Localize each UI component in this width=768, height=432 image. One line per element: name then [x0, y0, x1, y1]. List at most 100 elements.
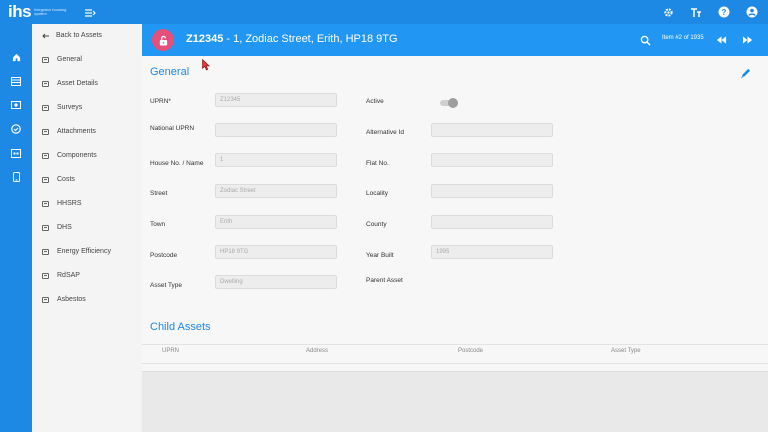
sidebar-item-asbestos[interactable]: Asbestos — [42, 296, 86, 303]
asset-header: Z12345 - 1, Zodiac Street, Erith, HP18 9… — [142, 24, 768, 56]
flat-no-label: Flat No. — [366, 160, 389, 167]
town-field[interactable]: Erith — [215, 215, 337, 229]
child-assets-title: Child Assets — [150, 321, 211, 333]
list-icon — [42, 152, 49, 159]
year-built-field[interactable]: 1995 — [431, 245, 553, 259]
home-icon[interactable] — [9, 50, 23, 64]
divider — [142, 363, 768, 364]
alternative-id-field[interactable] — [431, 123, 553, 137]
sidebar-item-hhsrs[interactable]: HHSRS — [42, 200, 82, 207]
sidebar-item-attachments[interactable]: Attachments — [42, 128, 96, 135]
back-to-assets-link[interactable]: Back to Assets — [42, 32, 102, 39]
locality-label: Locality — [366, 190, 389, 197]
mouse-cursor-icon — [202, 58, 210, 71]
locality-field[interactable] — [431, 184, 553, 198]
list-icon — [42, 80, 49, 87]
sidebar-item-label: HHSRS — [57, 200, 82, 207]
house-no-label: House No. / Name — [150, 160, 204, 167]
parent-asset-label: Parent Asset — [366, 277, 403, 284]
county-label: County — [366, 221, 387, 228]
sidebar-item-general[interactable]: General — [42, 56, 82, 63]
sidebar-item-dhs[interactable]: DHS — [42, 224, 72, 231]
sidebar-item-label: General — [57, 56, 82, 63]
logo-text: ihs — [8, 2, 32, 21]
logo-subtext: Integrator housing system — [34, 6, 67, 16]
sidebar-item-asset-details[interactable]: Asset Details — [42, 80, 98, 87]
app-logo[interactable]: ihs Integrator housing system — [8, 3, 72, 21]
search-icon[interactable] — [640, 33, 654, 47]
national-uprn-label: National UPRN — [150, 125, 195, 132]
calendar-icon[interactable] — [9, 146, 23, 160]
list-icon — [42, 128, 49, 135]
uprn-field[interactable]: Z12345 — [215, 93, 337, 107]
town-label: Town — [150, 221, 166, 228]
settings-icon[interactable] — [660, 4, 676, 20]
national-uprn-field[interactable] — [215, 123, 337, 137]
postcode-label: Postcode — [150, 252, 178, 259]
assets-icon[interactable] — [9, 74, 23, 88]
edit-icon[interactable] — [740, 66, 752, 79]
sidebar-item-label: Energy Efficiency — [57, 248, 111, 255]
sidebar-item-label: Surveys — [57, 104, 83, 111]
list-icon — [42, 176, 49, 183]
county-field[interactable] — [431, 215, 553, 229]
check-circle-icon[interactable] — [9, 122, 23, 136]
sidebar-item-label: RdSAP — [57, 272, 80, 279]
sidebar-item-label: Asbestos — [57, 296, 86, 303]
column-header-postcode[interactable]: Postcode — [458, 348, 483, 354]
sidebar-item-components[interactable]: Components — [42, 152, 97, 159]
list-icon — [42, 56, 49, 63]
asset-title: Z12345 - 1, Zodiac Street, Erith, HP18 9… — [186, 33, 398, 45]
list-icon — [42, 104, 49, 111]
column-header-asset-type[interactable]: Asset Type — [611, 348, 641, 354]
uprn-label: UPRN* — [150, 98, 171, 105]
help-icon[interactable]: ? — [716, 4, 732, 20]
top-bar: ihs Integrator housing system ? — [0, 0, 768, 24]
unlock-icon[interactable] — [152, 29, 174, 51]
svg-text:?: ? — [722, 8, 727, 17]
item-counter: Item #2 of 1935 — [662, 35, 704, 41]
text-size-icon[interactable] — [688, 4, 704, 20]
sidebar-item-label: DHS — [57, 224, 72, 231]
toggle-thumb — [448, 98, 458, 108]
asset-type-select[interactable]: Dwelling — [215, 275, 337, 289]
column-header-uprn[interactable]: UPRN — [162, 348, 179, 354]
list-icon — [42, 272, 49, 279]
flat-no-field[interactable] — [431, 153, 553, 167]
divider — [142, 344, 768, 345]
asset-address: - 1, Zodiac Street, Erith, HP18 9TG — [223, 33, 398, 45]
sidebar-item-energy-efficiency[interactable]: Energy Efficiency — [42, 248, 111, 255]
house-no-field[interactable]: 1 — [215, 153, 337, 167]
list-icon — [42, 296, 49, 303]
street-field[interactable]: Zodiac Street — [215, 184, 337, 198]
list-icon — [42, 200, 49, 207]
list-icon — [42, 224, 49, 231]
mobile-icon[interactable] — [9, 170, 23, 184]
back-label: Back to Assets — [56, 32, 102, 39]
asset-type-label: Asset Type — [150, 282, 183, 289]
previous-item-icon[interactable] — [714, 33, 728, 47]
sidebar-item-label: Costs — [57, 176, 75, 183]
list-icon — [42, 248, 49, 255]
sidebar-item-label: Components — [57, 152, 97, 159]
child-assets-panel: Child Assets UPRN Address Postcode Asset… — [142, 308, 768, 372]
column-header-address[interactable]: Address — [306, 348, 328, 354]
active-toggle[interactable] — [440, 98, 458, 108]
money-icon[interactable] — [9, 98, 23, 112]
asset-id: Z12345 — [186, 33, 224, 45]
account-icon[interactable] — [744, 4, 760, 20]
year-built-label: Year Built — [366, 252, 394, 259]
active-label: Active — [366, 98, 384, 105]
alternative-id-label: Alternative Id — [366, 129, 404, 136]
postcode-field[interactable]: HP18 9TG — [215, 245, 337, 259]
icon-rail — [0, 24, 32, 432]
sidebar-item-label: Asset Details — [57, 80, 98, 87]
sidebar-item-rdsap[interactable]: RdSAP — [42, 272, 80, 279]
sidebar-item-label: Attachments — [57, 128, 96, 135]
general-title: General — [150, 66, 190, 78]
menu-toggle-icon[interactable] — [84, 6, 96, 18]
sidebar-item-costs[interactable]: Costs — [42, 176, 75, 183]
next-item-icon[interactable] — [740, 33, 754, 47]
sidebar-item-surveys[interactable]: Surveys — [42, 104, 82, 111]
general-panel: General UPRN* Z12345 National UPRN House… — [142, 56, 768, 308]
